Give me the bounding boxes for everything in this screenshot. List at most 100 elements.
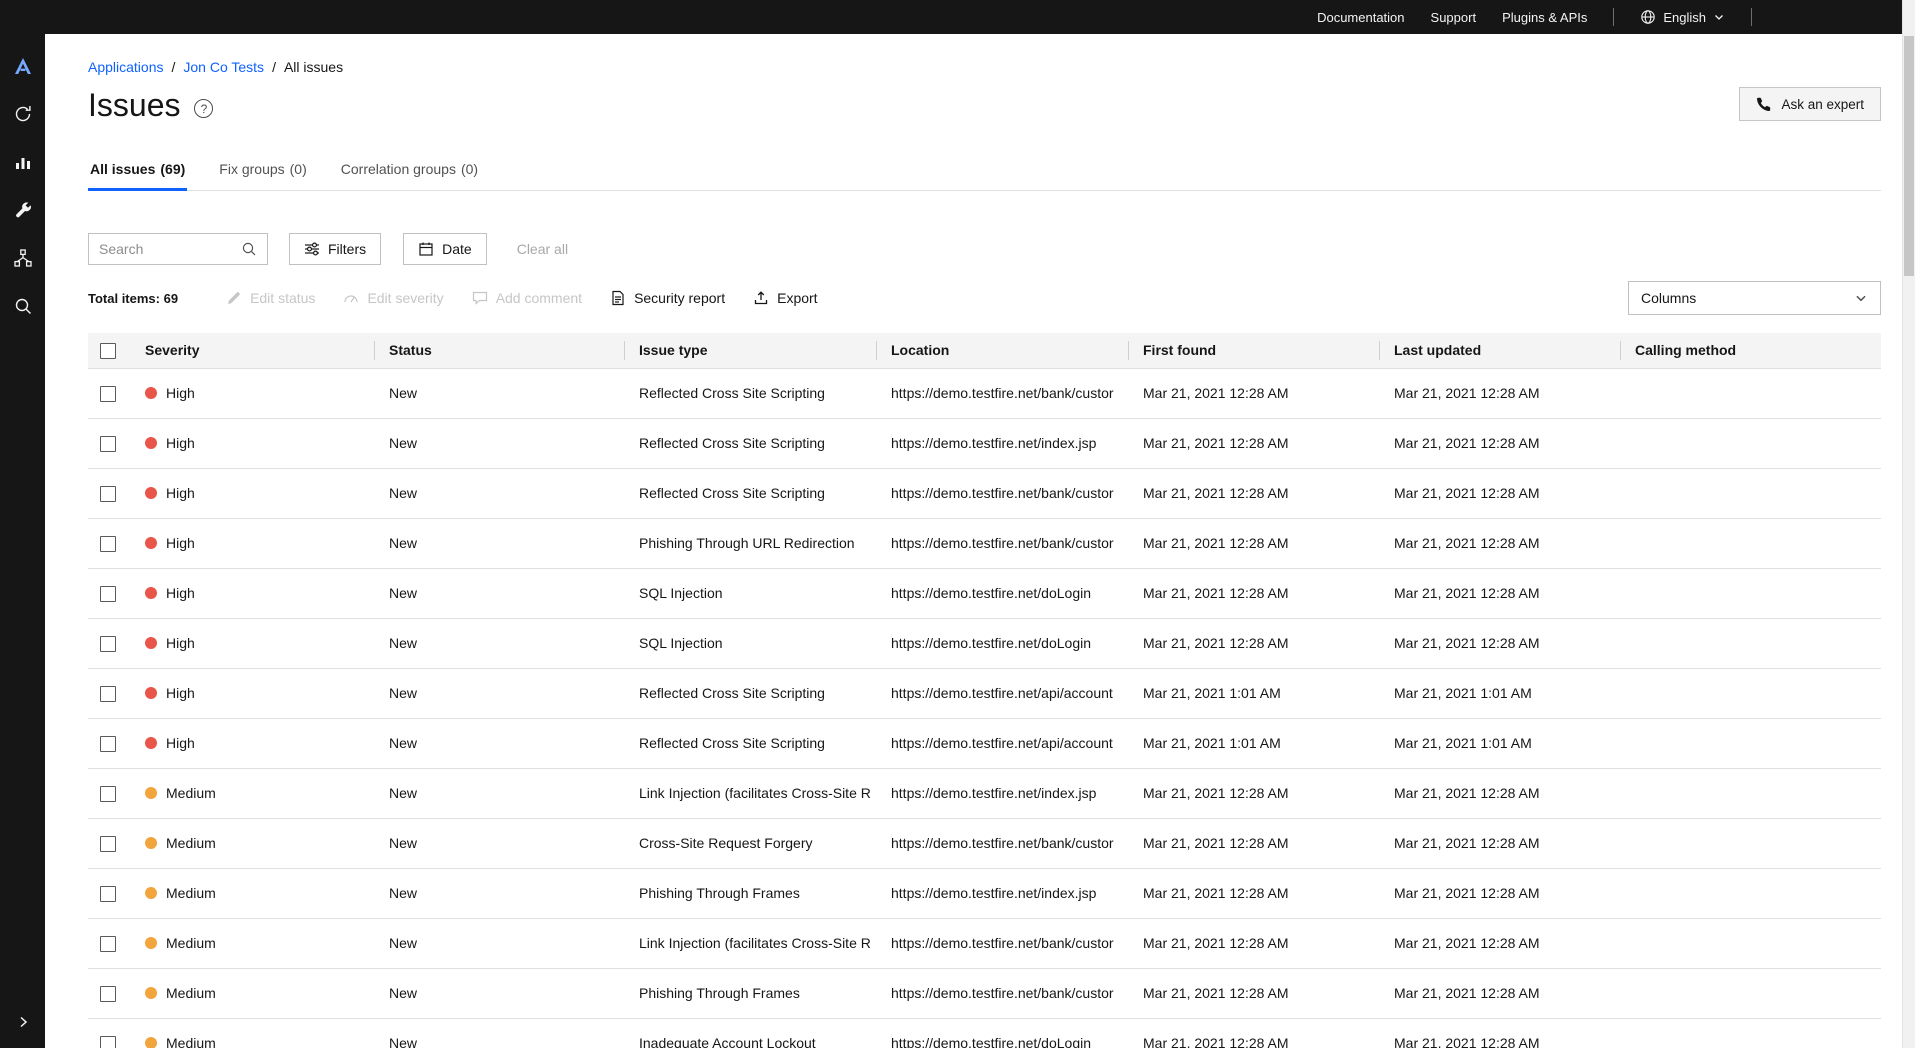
issue-type-cell[interactable]: Reflected Cross Site Scripting [624,468,876,518]
edit-status-button[interactable]: Edit status [226,290,315,306]
severity-cell: Medium [130,818,374,868]
last-updated-cell: Mar 21, 2021 1:01 AM [1379,718,1620,768]
severity-dot [145,1037,157,1048]
issue-type-cell[interactable]: SQL Injection [624,568,876,618]
row-checkbox[interactable] [100,786,116,802]
select-all-checkbox[interactable] [100,343,116,359]
edit-severity-button[interactable]: Edit severity [343,290,443,306]
date-button[interactable]: Date [403,233,487,265]
topbar-divider [1613,8,1614,26]
filter-sliders-icon [304,241,320,257]
table-row[interactable]: High New Reflected Cross Site Scripting … [88,368,1881,418]
row-checkbox[interactable] [100,686,116,702]
help-icon[interactable]: ? [194,99,213,118]
clear-all-link[interactable]: Clear all [517,241,568,257]
table-row[interactable]: Medium New Inadequate Account Lockout ht… [88,1018,1881,1048]
issue-type-cell[interactable]: Phishing Through URL Redirection [624,518,876,568]
search-input[interactable] [99,241,233,257]
add-comment-button[interactable]: Add comment [472,290,582,306]
security-report-button[interactable]: Security report [610,290,725,306]
topbar-link-documentation[interactable]: Documentation [1317,10,1404,25]
table-row[interactable]: High New Reflected Cross Site Scripting … [88,668,1881,718]
ask-expert-button[interactable]: Ask an expert [1739,87,1881,121]
row-select-cell [88,968,130,1018]
issue-type-cell[interactable]: Phishing Through Frames [624,868,876,918]
row-checkbox[interactable] [100,436,116,452]
export-icon [753,290,769,306]
columns-dropdown[interactable]: Columns [1628,281,1881,315]
search-icon[interactable] [241,241,257,257]
calling-method-cell [1620,768,1881,818]
row-checkbox[interactable] [100,736,116,752]
row-checkbox[interactable] [100,836,116,852]
topbar-link-plugins-apis[interactable]: Plugins & APIs [1502,10,1587,25]
row-checkbox[interactable] [100,936,116,952]
vertical-scrollbar[interactable] [1902,0,1915,1048]
row-checkbox[interactable] [100,1036,116,1048]
sidebar-item-scans[interactable] [0,90,45,138]
issue-type-cell[interactable]: Link Injection (facilitates Cross-Site R [624,918,876,968]
header-status[interactable]: Status [374,333,624,368]
status-cell: New [374,568,624,618]
issue-type-cell[interactable]: Link Injection (facilitates Cross-Site R [624,768,876,818]
issue-type-cell[interactable]: Reflected Cross Site Scripting [624,668,876,718]
filters-button[interactable]: Filters [289,233,381,265]
language-label: English [1663,10,1706,25]
table-row[interactable]: High New Reflected Cross Site Scripting … [88,418,1881,468]
header-severity[interactable]: Severity [130,333,374,368]
sidebar-item-tools[interactable] [0,186,45,234]
header-first-found[interactable]: First found [1128,333,1379,368]
table-row[interactable]: High New Reflected Cross Site Scripting … [88,718,1881,768]
row-checkbox[interactable] [100,586,116,602]
table-row[interactable]: High New Reflected Cross Site Scripting … [88,468,1881,518]
table-row[interactable]: Medium New Link Injection (facilitates C… [88,768,1881,818]
row-checkbox[interactable] [100,636,116,652]
table-row[interactable]: Medium New Link Injection (facilitates C… [88,918,1881,968]
tab-fix-groups[interactable]: Fix groups (0) [217,150,308,191]
sidebar-expand-button[interactable] [0,998,45,1046]
table-row[interactable]: High New Phishing Through URL Redirectio… [88,518,1881,568]
row-checkbox[interactable] [100,486,116,502]
breadcrumb-link-jon-co-tests[interactable]: Jon Co Tests [183,59,264,75]
header-issue-type[interactable]: Issue type [624,333,876,368]
globe-icon [1640,9,1656,25]
breadcrumb-link-applications[interactable]: Applications [88,59,164,75]
row-checkbox[interactable] [100,886,116,902]
row-checkbox[interactable] [100,386,116,402]
issue-type-cell[interactable]: SQL Injection [624,618,876,668]
main-content: Applications / Jon Co Tests / All issues… [45,34,1902,1048]
calling-method-cell [1620,618,1881,668]
header-location[interactable]: Location [876,333,1128,368]
topbar-link-support[interactable]: Support [1431,10,1477,25]
severity-dot [145,887,157,899]
row-checkbox[interactable] [100,986,116,1002]
issue-type-cell[interactable]: Reflected Cross Site Scripting [624,418,876,468]
sidebar-item-applications[interactable] [0,234,45,282]
severity-dot [145,387,157,399]
table-row[interactable]: Medium New Phishing Through Frames https… [88,968,1881,1018]
table-row[interactable]: Medium New Phishing Through Frames https… [88,868,1881,918]
issue-type-cell[interactable]: Reflected Cross Site Scripting [624,368,876,418]
issue-type-cell[interactable]: Inadequate Account Lockout [624,1018,876,1048]
table-row[interactable]: High New SQL Injection https://demo.test… [88,568,1881,618]
tab-count: (0) [290,161,307,177]
issue-type-cell[interactable]: Reflected Cross Site Scripting [624,718,876,768]
scrollbar-thumb[interactable] [1904,36,1914,276]
breadcrumb-separator: / [172,59,176,75]
tab-correlation-groups[interactable]: Correlation groups (0) [339,150,480,191]
row-checkbox[interactable] [100,536,116,552]
table-row[interactable]: Medium New Cross-Site Request Forgery ht… [88,818,1881,868]
header-last-updated[interactable]: Last updated [1379,333,1620,368]
appscan-logo[interactable] [0,42,45,90]
issue-type-cell[interactable]: Cross-Site Request Forgery [624,818,876,868]
columns-label: Columns [1641,290,1696,306]
header-calling-method[interactable]: Calling method [1620,333,1881,368]
issue-type-cell[interactable]: Phishing Through Frames [624,968,876,1018]
table-row[interactable]: High New SQL Injection https://demo.test… [88,618,1881,668]
tab-all-issues[interactable]: All issues (69) [88,150,187,191]
severity-cell: Medium [130,918,374,968]
sidebar-item-dashboard[interactable] [0,138,45,186]
export-button[interactable]: Export [753,290,817,306]
language-selector[interactable]: English [1640,9,1725,25]
sidebar-item-explore[interactable] [0,282,45,330]
